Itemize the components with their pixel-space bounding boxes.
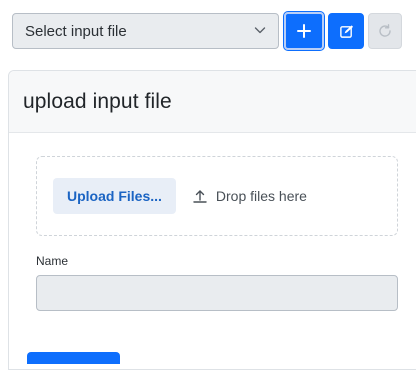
drop-hint-text: Drop files here xyxy=(215,188,307,204)
upload-files-button[interactable]: Upload Files... xyxy=(53,178,176,214)
card-header: upload input file xyxy=(9,71,416,133)
refresh-button[interactable] xyxy=(368,13,402,49)
plus-icon xyxy=(297,24,311,38)
name-label: Name xyxy=(36,254,69,268)
edit-file-button[interactable] xyxy=(328,13,364,49)
chevron-down-icon xyxy=(254,27,266,34)
submit-button[interactable] xyxy=(27,352,120,364)
add-file-button[interactable] xyxy=(283,11,325,51)
drop-hint: Drop files here xyxy=(192,188,307,204)
edit-icon xyxy=(339,24,353,38)
toolbar: Select input file xyxy=(12,11,402,51)
input-file-select[interactable]: Select input file xyxy=(12,13,279,49)
upload-icon xyxy=(193,190,207,203)
select-value: Select input file xyxy=(25,22,127,40)
file-dropzone[interactable]: Upload Files... Drop files here xyxy=(36,156,398,236)
refresh-icon xyxy=(379,24,391,37)
card-title: upload input file xyxy=(23,89,172,113)
name-input[interactable] xyxy=(36,275,398,311)
upload-card: upload input file Upload Files... Drop f… xyxy=(8,70,416,370)
